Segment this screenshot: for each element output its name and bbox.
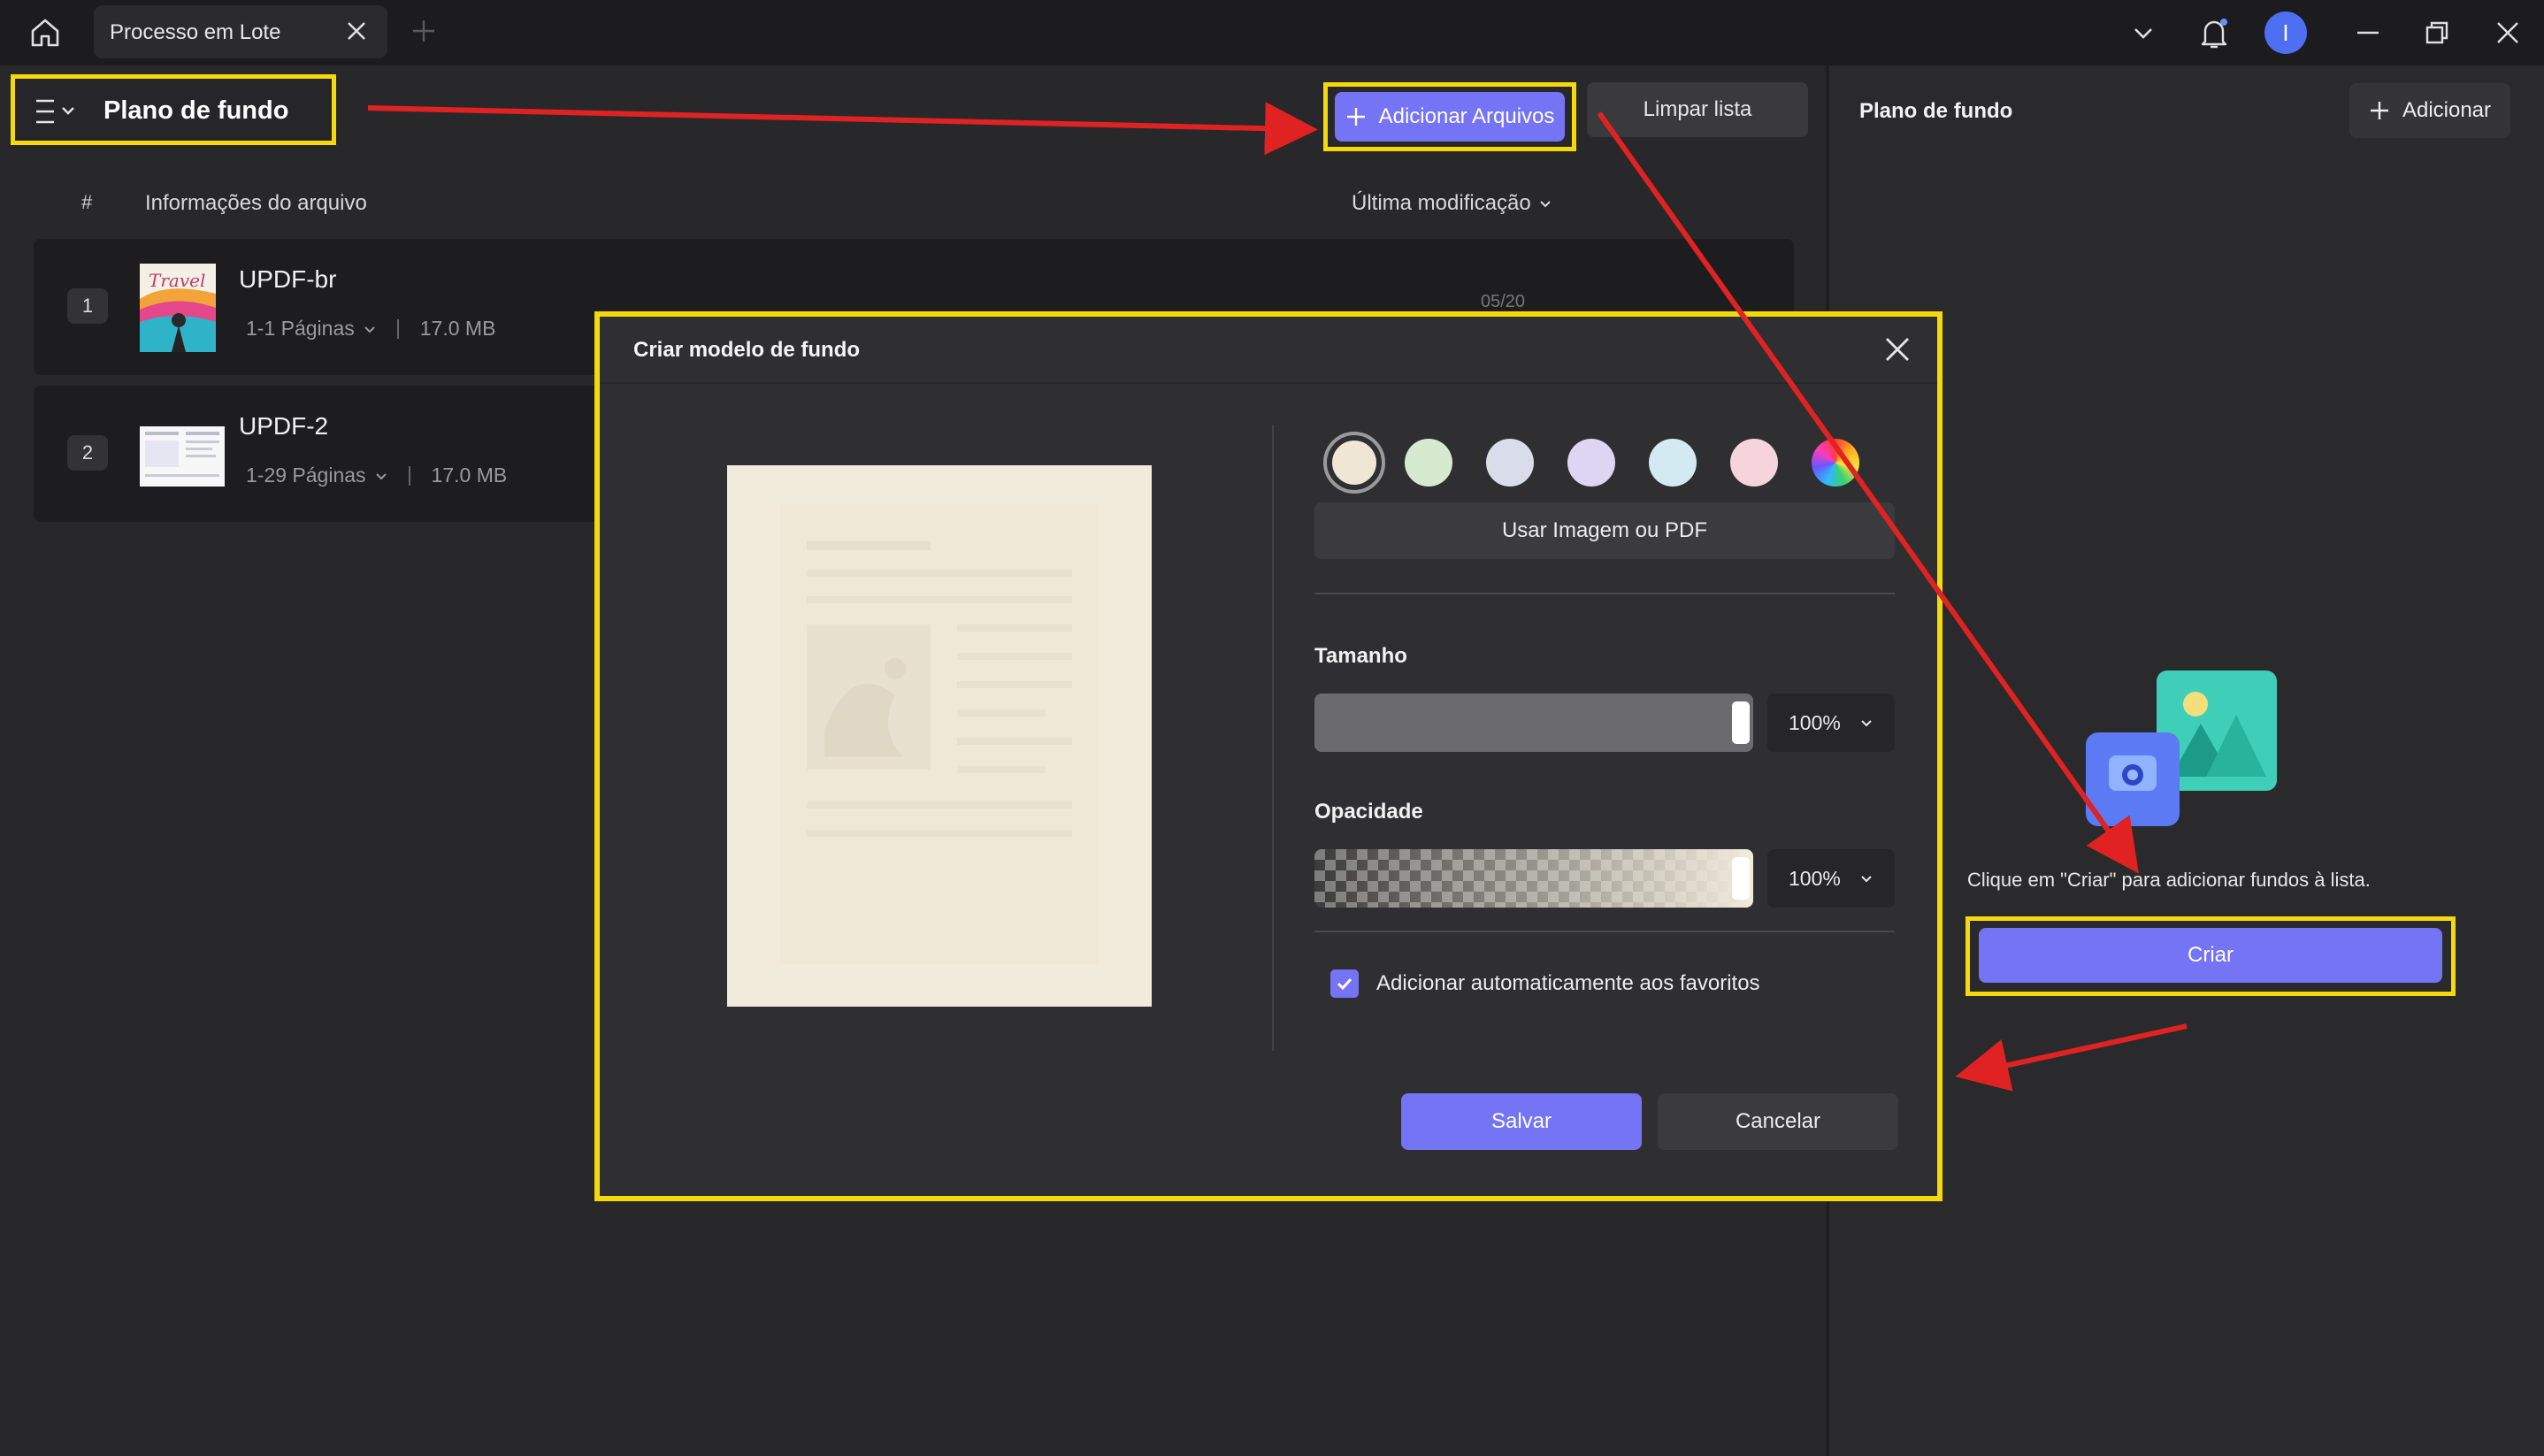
opacity-value: 100% [1789, 866, 1841, 890]
tab-label: Processo em Lote [110, 20, 281, 44]
menu-icon [36, 99, 74, 124]
bell-icon [2201, 19, 2227, 49]
page-range-dropdown[interactable]: 1-1 Páginas [246, 317, 355, 341]
dialog-header: Criar modelo de fundo [600, 317, 1937, 384]
panel-title: Plano de fundo [1859, 99, 2013, 123]
file-thumbnail [140, 426, 225, 487]
title-bar: Processo em Lote I [0, 0, 2544, 65]
dialog-divider [1272, 425, 1274, 1051]
file-modified-date: 05/20 [1481, 292, 1526, 311]
chevron-down-icon [1540, 201, 1551, 208]
divider [1314, 593, 1895, 594]
custom-color-icon[interactable] [1812, 439, 1859, 487]
divider [408, 465, 410, 486]
file-meta: 1-1 Páginas 17.0 MB [246, 317, 495, 341]
size-select[interactable]: 100% [1767, 694, 1895, 752]
home-icon [31, 19, 59, 47]
cancel-button[interactable]: Cancelar [1658, 1093, 1898, 1150]
swatch-cream[interactable] [1323, 432, 1385, 494]
plus-icon [1346, 108, 1365, 126]
dialog-title: Criar modelo de fundo [633, 338, 861, 362]
chevron-down-icon [1861, 720, 1872, 727]
file-thumbnail: Travel [140, 264, 216, 352]
opacity-select[interactable]: 100% [1767, 849, 1895, 908]
chevron-down-icon [1861, 876, 1872, 883]
column-header-modified-label: Última modificação [1352, 191, 1531, 215]
swatch-gray-blue[interactable] [1486, 439, 1534, 487]
background-preview [727, 465, 1152, 1007]
slider-handle[interactable] [1732, 701, 1750, 744]
mode-selector[interactable]: Plano de fundo [11, 74, 336, 145]
svg-text:Travel: Travel [149, 270, 205, 291]
slider-handle[interactable] [1732, 857, 1750, 900]
create-button[interactable]: Criar [1979, 928, 2442, 983]
create-background-dialog: Criar modelo de fundo Usar Imagem ou PDF [594, 311, 1942, 1201]
chevron-down-icon [364, 326, 375, 333]
file-size: 17.0 MB [419, 317, 496, 340]
divider [396, 318, 399, 339]
file-name: UPDF-br [239, 265, 337, 293]
file-size: 17.0 MB [431, 464, 508, 487]
create-highlight: Criar [1965, 916, 2456, 996]
divider [1314, 931, 1895, 932]
add-template-button[interactable]: Adicionar [2349, 83, 2510, 138]
add-template-label: Adicionar [2402, 98, 2492, 122]
color-swatches [1323, 432, 1859, 494]
chevron-down-icon [375, 472, 387, 479]
swatch-green[interactable] [1405, 439, 1452, 487]
add-files-button[interactable]: Adicionar Arquivos [1335, 92, 1565, 142]
auto-favorite-checkbox[interactable] [1330, 969, 1359, 998]
use-image-or-pdf-button[interactable]: Usar Imagem ou PDF [1314, 502, 1895, 559]
save-button[interactable]: Salvar [1401, 1093, 1642, 1150]
chevron-down-icon [2134, 28, 2152, 39]
empty-state-illustration [2086, 671, 2277, 826]
auto-favorite-label: Adicionar automaticamente aos favoritos [1376, 971, 1760, 995]
file-meta: 1-29 Páginas 17.0 MB [246, 464, 507, 487]
user-avatar[interactable]: I [2264, 11, 2307, 54]
close-icon [2497, 22, 2518, 43]
file-name: UPDF-2 [239, 412, 329, 440]
close-window-button[interactable] [2487, 12, 2528, 53]
checkmark-icon [1337, 977, 1352, 991]
tab-batch-process[interactable]: Processo em Lote [94, 5, 387, 58]
swatch-lavender[interactable] [1567, 439, 1615, 487]
new-tab-icon[interactable] [410, 18, 437, 44]
minimize-button[interactable] [2348, 12, 2388, 53]
opacity-slider[interactable] [1314, 849, 1753, 908]
notifications-button[interactable] [2194, 12, 2234, 53]
size-label: Tamanho [1314, 644, 1407, 668]
close-icon[interactable] [1882, 334, 1912, 364]
add-files-label: Adicionar Arquivos [1378, 104, 1555, 128]
restore-button[interactable] [2417, 12, 2457, 53]
size-value: 100% [1789, 710, 1841, 734]
close-icon[interactable] [345, 19, 368, 42]
minimize-icon [2357, 31, 2379, 34]
swatch-pink[interactable] [1730, 439, 1778, 487]
column-header-modified[interactable]: Última modificação [1352, 191, 1552, 216]
column-header-info: Informações do arquivo [145, 191, 367, 215]
add-files-highlight: Adicionar Arquivos [1323, 82, 1576, 151]
page-range-dropdown[interactable]: 1-29 Páginas [246, 464, 366, 487]
home-button[interactable] [25, 12, 65, 53]
plus-icon [2370, 102, 2388, 119]
swatch-light-blue[interactable] [1649, 439, 1697, 487]
restore-icon [2425, 21, 2448, 44]
empty-state-hint: Clique em "Criar" para adicionar fundos … [1967, 869, 2371, 891]
size-slider[interactable] [1314, 694, 1753, 752]
mode-title: Plano de fundo [103, 96, 289, 125]
column-header-number: # [81, 191, 93, 213]
dropdown-button[interactable] [2123, 12, 2164, 53]
opacity-label: Opacidade [1314, 800, 1423, 824]
row-index: 2 [67, 435, 108, 471]
clear-list-button[interactable]: Limpar lista [1587, 82, 1808, 137]
row-index: 1 [67, 288, 108, 324]
